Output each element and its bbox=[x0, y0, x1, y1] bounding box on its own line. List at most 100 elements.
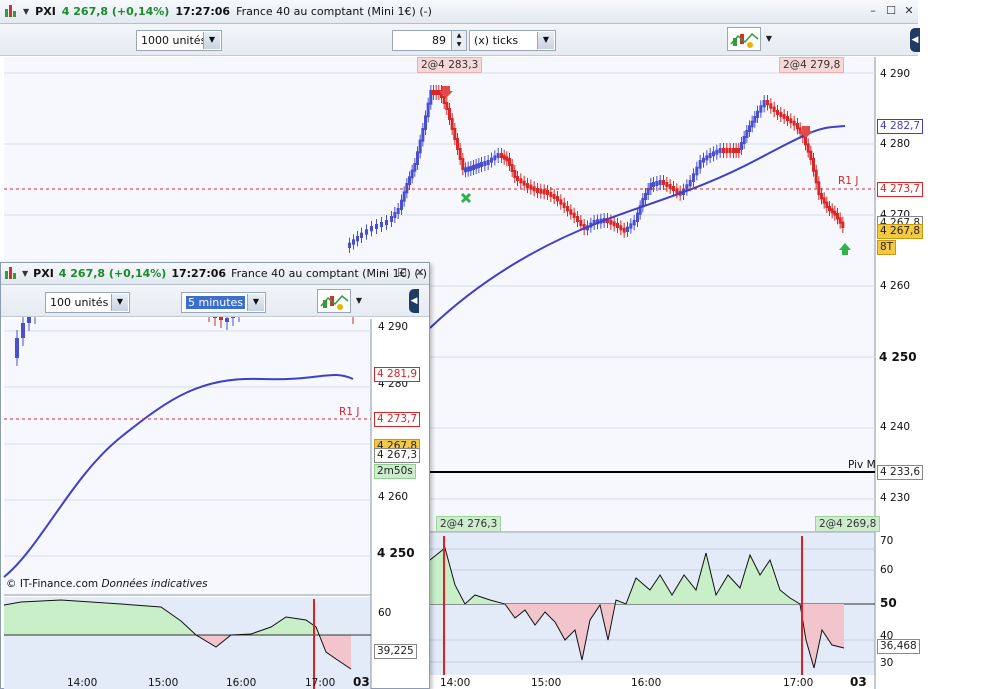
trade-tag[interactable]: 2@4 279,8 bbox=[779, 57, 845, 73]
candle bbox=[685, 184, 689, 191]
candle bbox=[672, 186, 675, 191]
period-spinner[interactable]: 89 ▲ ▼ bbox=[392, 30, 467, 51]
chevron-down-icon[interactable]: ▼ bbox=[23, 7, 29, 16]
candle bbox=[539, 188, 543, 194]
candle bbox=[486, 160, 490, 165]
osc-area-up bbox=[430, 548, 844, 604]
quantity-select[interactable]: 1000 unités ▼ bbox=[136, 30, 222, 51]
maximize-icon[interactable]: ☐ bbox=[395, 266, 409, 280]
chart-tools-button[interactable] bbox=[317, 289, 351, 313]
trade-tag[interactable]: 2@4 283,3 bbox=[417, 57, 483, 73]
candle bbox=[715, 149, 719, 155]
candle bbox=[569, 209, 573, 215]
candle bbox=[665, 182, 669, 187]
last-price-box: 4 267,8 bbox=[877, 224, 924, 239]
candle bbox=[772, 106, 776, 112]
trade-tag[interactable]: 2@4 269,8 bbox=[815, 516, 881, 532]
quantity-select[interactable]: 100 unités ▼ bbox=[45, 292, 130, 313]
minimize-icon[interactable]: – bbox=[377, 266, 391, 280]
trade-tag[interactable]: 2@4 276,3 bbox=[436, 516, 502, 532]
candle bbox=[429, 90, 433, 105]
candle bbox=[546, 190, 549, 195]
side-panel-toggle[interactable]: ◀ bbox=[409, 289, 419, 313]
candle bbox=[508, 158, 511, 166]
chart-tools-button[interactable] bbox=[727, 27, 761, 51]
candle bbox=[445, 102, 449, 110]
period-select[interactable]: 5 minutes ▼ bbox=[181, 292, 266, 313]
main-candles bbox=[348, 85, 845, 253]
time-tick: 14:00 bbox=[440, 677, 471, 689]
candle bbox=[820, 193, 823, 200]
price-change: 4 267,8 (+0,14%) bbox=[58, 267, 167, 280]
candle bbox=[434, 90, 438, 95]
candle bbox=[572, 212, 576, 218]
candle bbox=[576, 216, 579, 222]
minimize-icon[interactable]: – bbox=[866, 4, 880, 18]
maximize-icon[interactable]: ☐ bbox=[884, 4, 898, 18]
candle bbox=[725, 148, 729, 153]
candle bbox=[450, 118, 454, 130]
candle bbox=[606, 218, 609, 223]
price-tick: 4 260 bbox=[880, 280, 911, 292]
candlestick-icon[interactable] bbox=[4, 5, 17, 18]
candle bbox=[792, 120, 796, 126]
close-value-box: 4 267,3 bbox=[374, 448, 421, 463]
candle bbox=[682, 188, 685, 195]
main-oscillator bbox=[429, 536, 845, 675]
chevron-down-icon[interactable]: ▼ bbox=[762, 27, 776, 51]
chevron-down-icon[interactable]: ▼ bbox=[22, 269, 28, 278]
candle bbox=[566, 206, 569, 212]
chevron-down-icon[interactable]: ▼ bbox=[111, 294, 128, 311]
candle bbox=[698, 160, 702, 169]
sub-chart-window[interactable]: ▼ PXI 4 267,8 (+0,14%) 17:27:06 France 4… bbox=[0, 262, 430, 689]
symbol-label: PXI bbox=[33, 267, 54, 280]
candle bbox=[662, 180, 665, 185]
candlestick-icon[interactable] bbox=[4, 267, 17, 280]
candle bbox=[410, 169, 414, 179]
period-unit-value: (x) ticks bbox=[474, 34, 519, 47]
candle bbox=[408, 176, 411, 185]
candle bbox=[562, 202, 566, 208]
candle bbox=[806, 143, 810, 153]
candle bbox=[798, 127, 802, 134]
close-icon[interactable]: ✕ bbox=[902, 4, 916, 18]
candle bbox=[841, 221, 845, 228]
candle bbox=[418, 139, 422, 154]
close-icon[interactable]: ✕ bbox=[413, 266, 427, 280]
candle bbox=[756, 110, 759, 118]
candle bbox=[213, 317, 217, 318]
quantity-value: 100 unités bbox=[50, 296, 109, 309]
candle bbox=[748, 125, 751, 132]
candle bbox=[21, 323, 25, 338]
candle bbox=[658, 180, 662, 185]
candle bbox=[437, 90, 441, 95]
candle-timer-box: 2m50s bbox=[374, 464, 416, 479]
candle bbox=[464, 167, 467, 173]
candle bbox=[762, 100, 766, 108]
candle bbox=[609, 219, 613, 225]
chevron-down-icon[interactable]: ▼ bbox=[537, 32, 554, 49]
candle bbox=[718, 148, 722, 153]
candle bbox=[825, 201, 829, 208]
pivot-value-box: 4 233,6 bbox=[877, 465, 924, 480]
candle bbox=[510, 164, 514, 172]
spinner-arrows-icon[interactable]: ▲ ▼ bbox=[451, 31, 466, 50]
chevron-down-icon[interactable]: ▼ bbox=[352, 289, 366, 313]
candle bbox=[652, 182, 655, 187]
chevron-down-icon[interactable]: ▼ bbox=[203, 32, 220, 49]
period-unit-select[interactable]: (x) ticks ▼ bbox=[469, 30, 556, 51]
sub-toolbar: 100 unités ▼ 5 minutes ▼ ▼ ◀ bbox=[1, 285, 429, 317]
candle bbox=[641, 198, 645, 208]
time-tick: 17:00 bbox=[305, 677, 336, 689]
candle bbox=[708, 153, 712, 158]
candle bbox=[629, 223, 633, 229]
candle bbox=[817, 181, 821, 195]
chevron-down-icon[interactable]: ▼ bbox=[247, 294, 264, 311]
tick-count-box: 8T bbox=[877, 240, 897, 255]
chart-tools-icon bbox=[320, 294, 349, 310]
candle bbox=[740, 142, 743, 150]
symbol-label: PXI bbox=[35, 5, 56, 18]
candle bbox=[596, 219, 599, 225]
period-value: 89 bbox=[432, 34, 446, 47]
side-panel-toggle[interactable]: ◀ bbox=[910, 28, 920, 52]
